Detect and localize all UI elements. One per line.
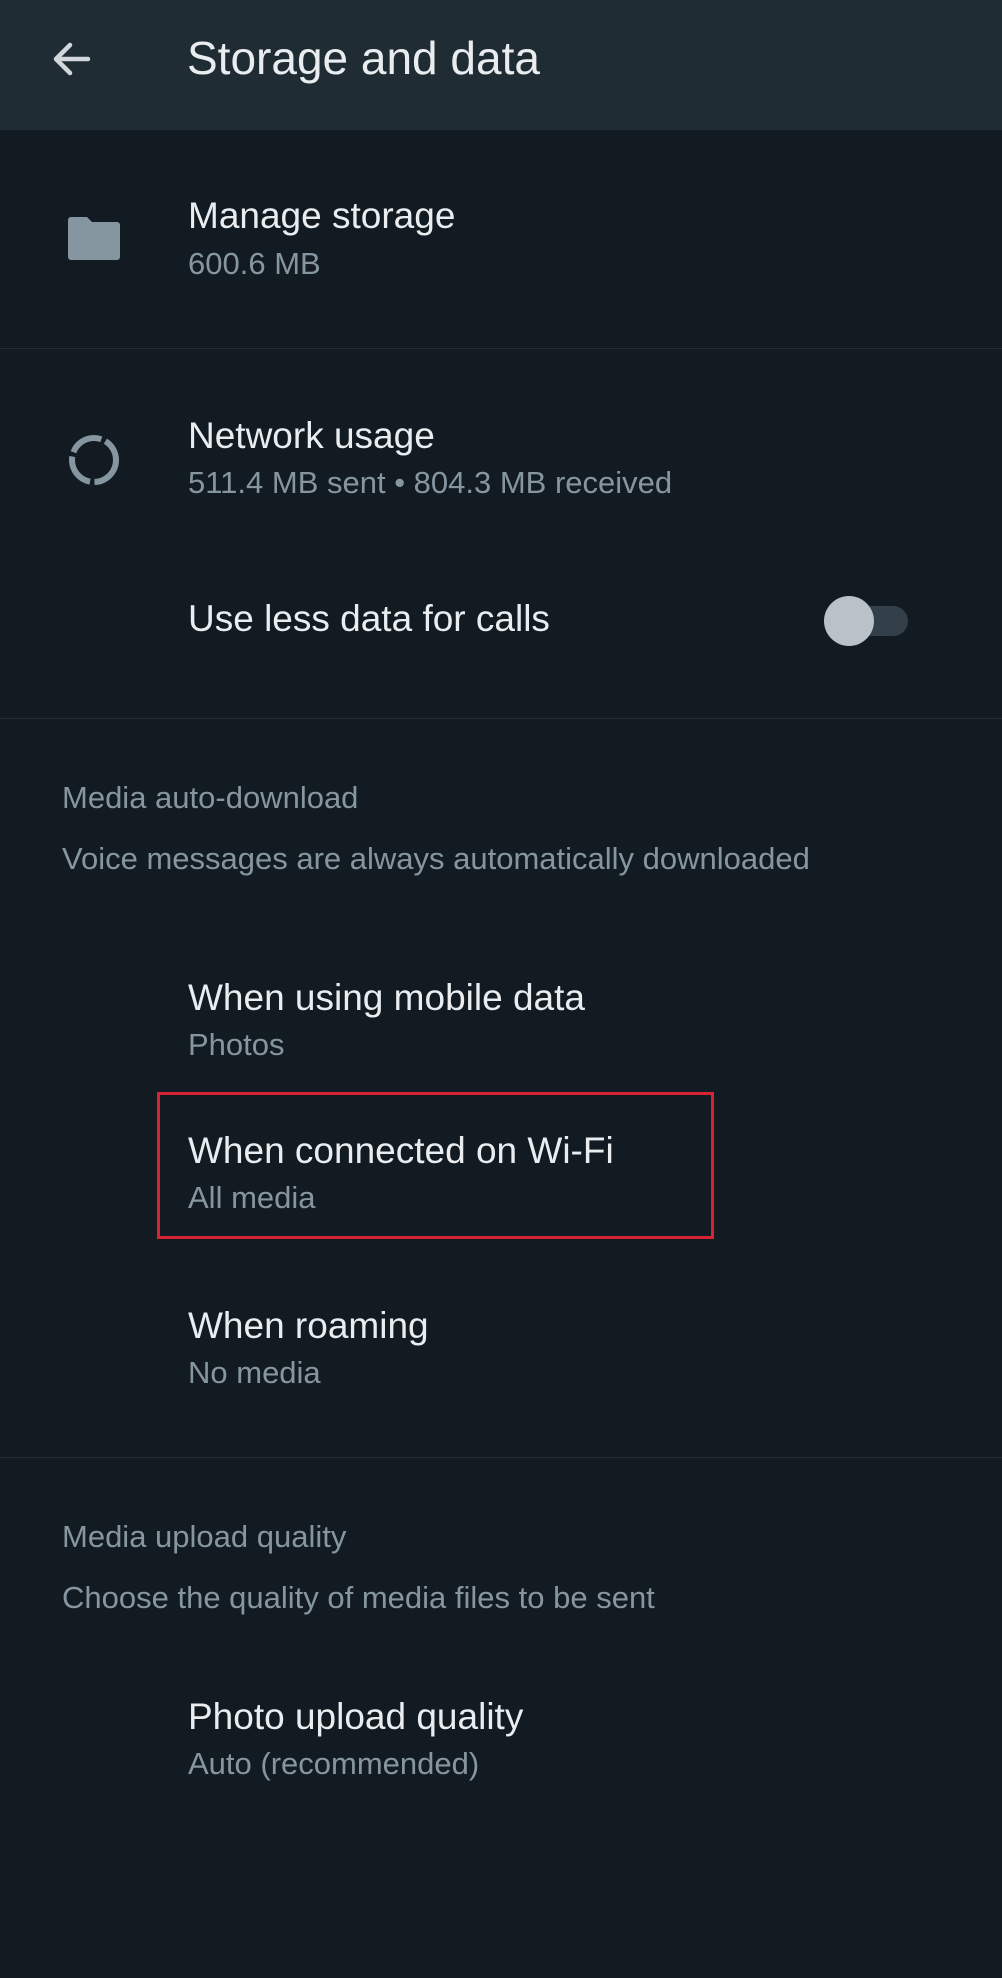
- network-usage-stats: 511.4 MB sent • 804.3 MB received: [188, 465, 673, 500]
- photo-upload-quality-title: Photo upload quality: [188, 1696, 524, 1737]
- photo-upload-quality-value: Auto (recommended): [188, 1746, 480, 1781]
- wifi-row[interactable]: When connected on Wi-Fi All media: [0, 1095, 1002, 1250]
- mobile-data-title: When using mobile data: [188, 977, 585, 1018]
- wifi-title: When connected on Wi-Fi: [188, 1130, 614, 1171]
- mobile-data-value: Photos: [188, 1027, 285, 1062]
- photo-upload-quality-row[interactable]: Photo upload quality Auto (recommended): [0, 1670, 1002, 1820]
- wifi-value: All media: [188, 1180, 316, 1215]
- network-usage-row[interactable]: Network usage 511.4 MB sent • 804.3 MB r…: [0, 349, 1002, 569]
- arrow-left-icon: [53, 42, 91, 76]
- media-auto-download-header: Media auto-download: [62, 780, 359, 815]
- manage-storage-title: Manage storage: [188, 195, 456, 236]
- less-data-calls-toggle[interactable]: [820, 596, 910, 646]
- app-bar: Storage and data: [0, 0, 1002, 130]
- divider: [0, 718, 1002, 719]
- roaming-value: No media: [188, 1355, 321, 1390]
- folder-icon: [66, 210, 122, 266]
- roaming-row[interactable]: When roaming No media: [0, 1250, 1002, 1455]
- network-usage-title: Network usage: [188, 415, 435, 456]
- manage-storage-size: 600.6 MB: [188, 246, 321, 281]
- toggle-thumb: [824, 596, 874, 646]
- media-upload-quality-description: Choose the quality of media files to be …: [62, 1580, 655, 1615]
- less-data-calls-title: Use less data for calls: [188, 598, 550, 639]
- divider: [0, 1457, 1002, 1458]
- media-upload-quality-header: Media upload quality: [62, 1519, 347, 1554]
- mobile-data-row[interactable]: When using mobile data Photos: [0, 940, 1002, 1095]
- back-button[interactable]: [40, 27, 104, 91]
- manage-storage-row[interactable]: Manage storage 600.6 MB: [0, 130, 1002, 348]
- page-title: Storage and data: [187, 32, 540, 84]
- circular-progress-icon: [66, 432, 122, 488]
- roaming-title: When roaming: [188, 1305, 429, 1346]
- media-auto-download-description: Voice messages are always automatically …: [62, 841, 810, 876]
